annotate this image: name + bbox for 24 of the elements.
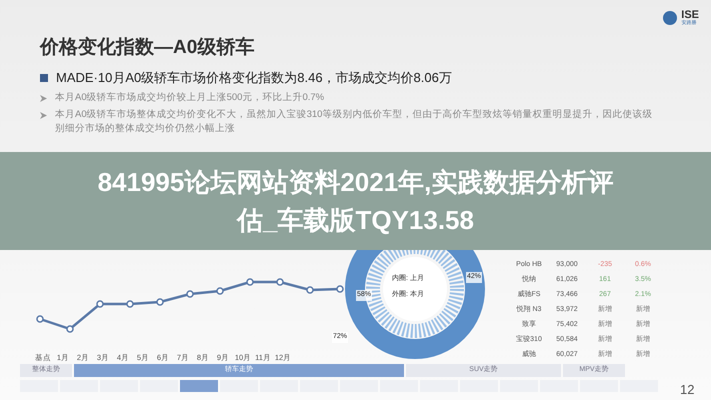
chart-point <box>96 300 104 308</box>
arrow-bullet-icon <box>40 95 47 102</box>
slide-title: 价格变化指数—A0级轿车 <box>40 36 256 60</box>
note-text: 本月A0级轿车市场成交均价较上月上涨500元，环比上升0.7% <box>55 91 326 106</box>
banner-text: 841995论坛网站资料2021年,实践数据分析评 <box>98 166 614 199</box>
page-number: 12 <box>680 381 694 399</box>
logo-text: ISE <box>681 10 699 21</box>
globe-icon <box>663 11 678 25</box>
chart-point <box>246 278 254 286</box>
chart-point <box>186 290 194 298</box>
bullet-square <box>40 74 48 82</box>
chart-point <box>156 298 164 306</box>
chart-point <box>66 326 74 333</box>
arrow-bullet-icon <box>40 112 47 120</box>
note-text: 本月A0级轿车市场整体成交均价变化不大，虽然加入宝骏310等级别内低价车型，但由于高价车型致炫等销量权重明显提升，因此使该级别细分市场的整体成交均价仍然小幅上涨 <box>55 108 654 136</box>
sub-tab[interactable] <box>180 380 218 392</box>
chart-point <box>36 316 44 323</box>
chart-point <box>306 286 314 294</box>
chart-point <box>276 278 284 286</box>
chart-point <box>336 286 344 293</box>
chart-point <box>216 288 224 295</box>
banner-text: 估_车载版TQY13.58 <box>237 204 474 237</box>
headline-text: MADE·10月A0级轿车市场价格变化指数为8.46，市场成交均价8.06万 <box>56 68 452 87</box>
chart-point <box>126 300 134 308</box>
